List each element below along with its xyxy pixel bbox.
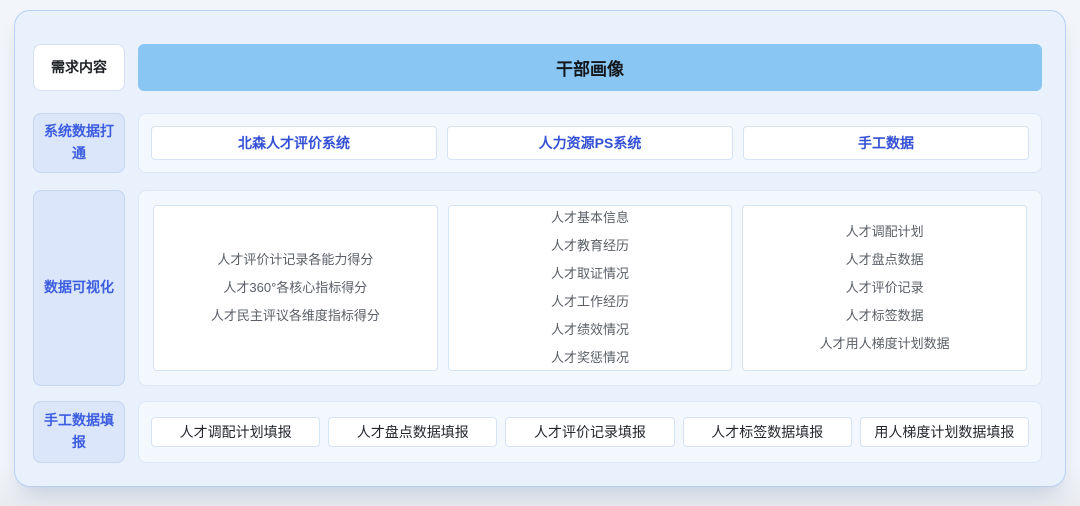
panel-line: 人才360°各核心指标得分: [223, 280, 368, 295]
panel-line: 人才民主评议各维度指标得分: [210, 308, 380, 323]
panel-line: 人才评价计记录各能力得分: [217, 252, 374, 267]
panel-line: 人才标签数据: [845, 308, 924, 323]
visualization-row: 数据可视化 人才评价计记录各能力得分 人才360°各核心指标得分 人才民主评议各…: [33, 190, 1042, 386]
banner-title: 干部画像: [138, 44, 1042, 91]
panel-line: 人才取证情况: [551, 266, 630, 281]
manual-box-evaluation: 人才评价记录填报: [505, 417, 675, 447]
manual-box-gradient-plan: 用人梯度计划数据填报: [859, 417, 1030, 447]
row-label-visualization: 数据可视化: [33, 190, 125, 386]
header-row: 需求内容 干部画像: [33, 44, 1042, 91]
system-box-beisen: 北森人才评价系统: [151, 126, 437, 160]
panel-line: 人才调配计划: [845, 224, 924, 239]
panel-line: 人才奖惩情况: [551, 350, 630, 365]
requirement-content-label: 需求内容: [33, 44, 125, 91]
visualization-panel-plans: 人才调配计划 人才盘点数据 人才评价记录 人才标签数据 人才用人梯度计划数据: [742, 205, 1028, 371]
panel-line: 人才教育经历: [551, 238, 630, 253]
manual-box-tags: 人才标签数据填报: [682, 417, 852, 447]
system-box-manual: 手工数据: [743, 126, 1029, 160]
system-data-group: 北森人才评价系统 人力资源PS系统 手工数据: [138, 113, 1042, 173]
panel-line: 人才绩效情况: [551, 322, 630, 337]
visualization-group: 人才评价计记录各能力得分 人才360°各核心指标得分 人才民主评议各维度指标得分…: [138, 190, 1042, 386]
panel-line: 人才评价记录: [845, 280, 924, 295]
manual-fill-row: 手工数据填报 人才调配计划填报 人才盘点数据填报 人才评价记录填报 人才标签数据…: [33, 401, 1042, 463]
panel-line: 人才基本信息: [551, 210, 630, 225]
row-label-manual-fill: 手工数据填报: [33, 401, 125, 463]
manual-box-inventory: 人才盘点数据填报: [328, 417, 498, 447]
manual-fill-group: 人才调配计划填报 人才盘点数据填报 人才评价记录填报 人才标签数据填报 用人梯度…: [138, 401, 1042, 463]
diagram-card: 需求内容 干部画像 系统数据打通 北森人才评价系统 人力资源PS系统 手工数据 …: [14, 10, 1066, 487]
visualization-panel-profile: 人才基本信息 人才教育经历 人才取证情况 人才工作经历 人才绩效情况 人才奖惩情…: [447, 205, 733, 371]
row-label-system-data: 系统数据打通: [33, 113, 125, 173]
panel-line: 人才用人梯度计划数据: [819, 336, 950, 351]
visualization-panel-scores: 人才评价计记录各能力得分 人才360°各核心指标得分 人才民主评议各维度指标得分: [153, 205, 438, 371]
system-data-row: 系统数据打通 北森人才评价系统 人力资源PS系统 手工数据: [33, 113, 1042, 173]
panel-line: 人才工作经历: [551, 294, 630, 309]
system-box-hrps: 人力资源PS系统: [447, 126, 733, 160]
panel-line: 人才盘点数据: [845, 252, 924, 267]
manual-box-allocation: 人才调配计划填报: [151, 417, 321, 447]
